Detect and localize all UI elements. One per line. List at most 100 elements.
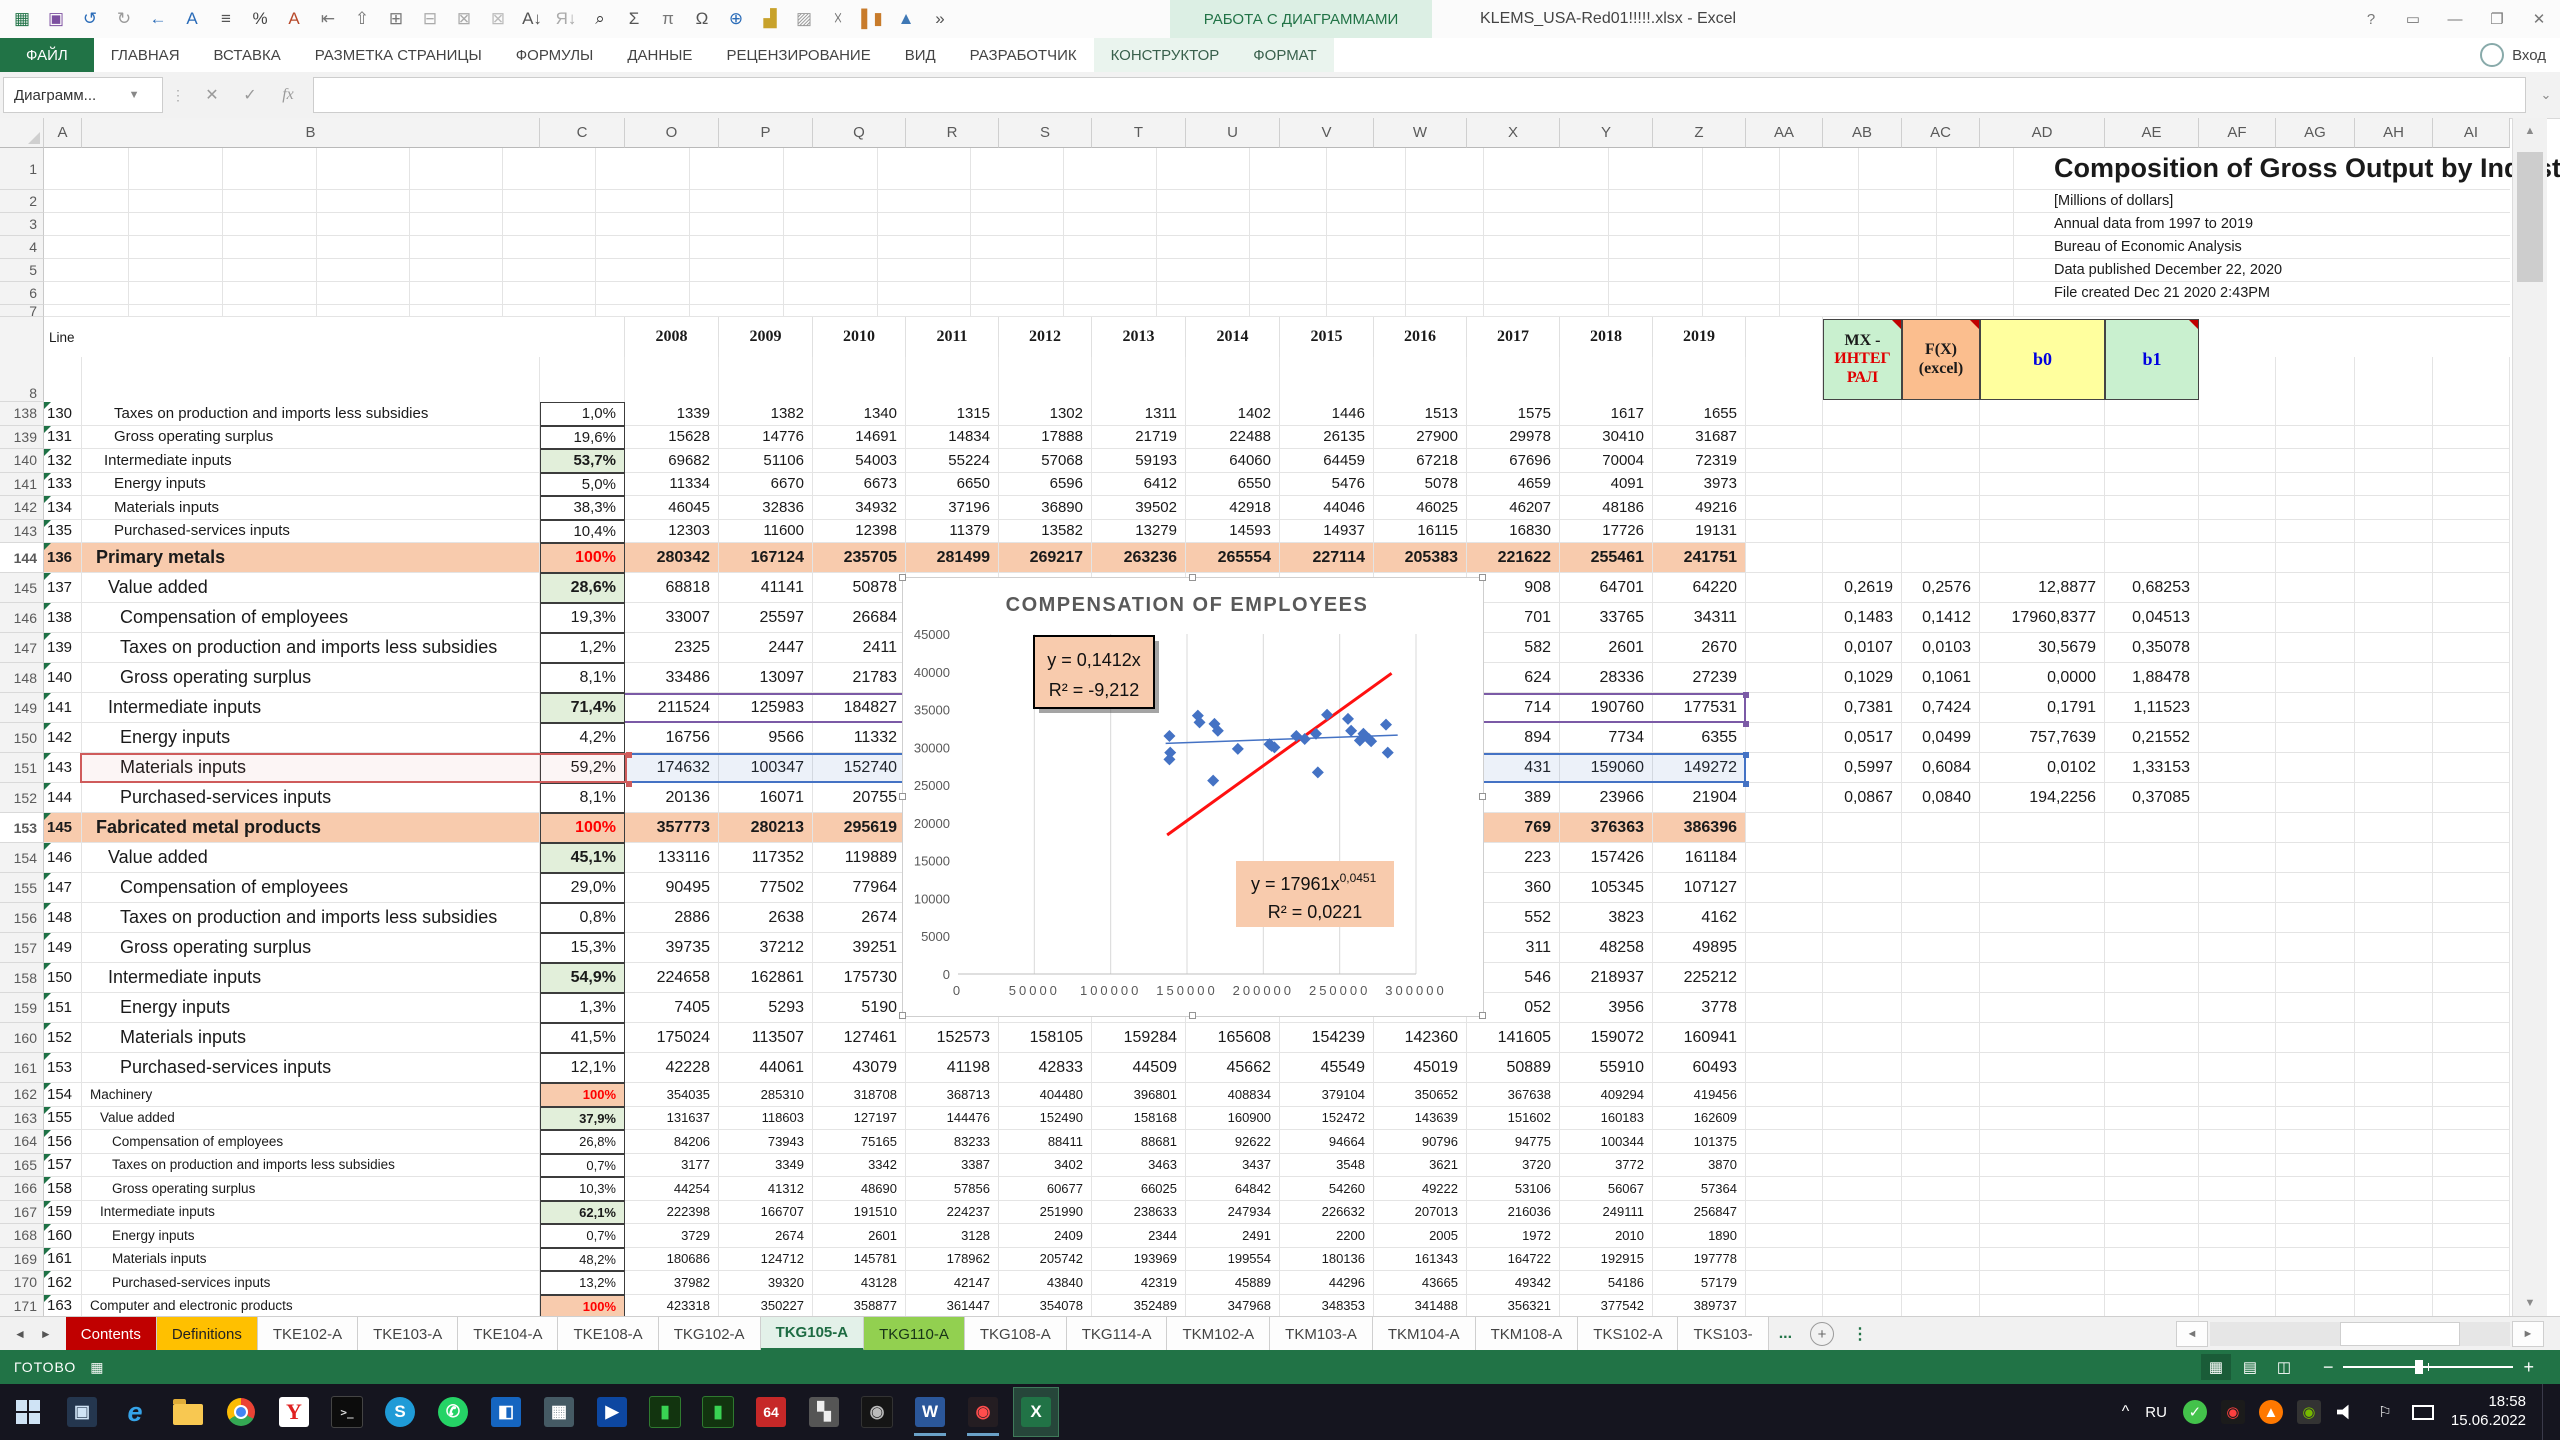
row-number[interactable]: 4 (0, 236, 44, 259)
cell[interactable] (82, 357, 540, 402)
row-label-cell[interactable]: Taxes on production and imports less sub… (82, 1154, 540, 1178)
value-cell[interactable]: 41198 (906, 1053, 999, 1083)
cell[interactable] (503, 236, 596, 259)
extra-value-cell[interactable] (1902, 543, 1980, 573)
cell[interactable] (596, 305, 690, 317)
extra-value-cell[interactable] (2105, 496, 2199, 520)
sheet-tab-tke108-a[interactable]: TKE108-A (558, 1317, 658, 1351)
value-cell[interactable]: 21719 (1092, 426, 1186, 450)
percent-cell[interactable]: 1,2% (540, 633, 625, 663)
cell[interactable] (1406, 259, 1484, 282)
extra-value-cell[interactable] (1980, 873, 2105, 903)
percent-cell[interactable]: 100% (540, 1083, 625, 1107)
value-cell[interactable]: 44296 (1280, 1271, 1374, 1295)
value-cell[interactable]: 60493 (1653, 1053, 1746, 1083)
tab-формулы[interactable]: ФОРМУЛЫ (499, 38, 611, 72)
year-header[interactable]: 2019 (1653, 317, 1746, 357)
extra-value-cell[interactable] (1980, 813, 2105, 843)
cell[interactable] (2355, 496, 2433, 520)
cell[interactable] (1406, 148, 1484, 190)
year-header[interactable]: 2016 (1374, 317, 1467, 357)
cell[interactable] (878, 259, 971, 282)
find-select-icon[interactable]: ⌕ (584, 4, 616, 34)
value-cell[interactable]: 48258 (1560, 933, 1653, 963)
cell[interactable] (596, 236, 690, 259)
cell[interactable] (2276, 963, 2355, 993)
value-cell[interactable]: 2886 (625, 903, 719, 933)
extra-value-cell[interactable] (1980, 1023, 2105, 1053)
row-number[interactable]: 153 (0, 813, 44, 843)
enter-icon[interactable]: ✓ (231, 78, 269, 112)
extra-value-cell[interactable]: 0,0867 (1823, 783, 1902, 813)
cell[interactable] (1374, 357, 1467, 402)
value-cell[interactable]: 160941 (1653, 1023, 1746, 1053)
value-cell[interactable]: 281499 (906, 543, 999, 573)
percent-cell[interactable]: 45,1% (540, 843, 625, 873)
cell[interactable] (2355, 933, 2433, 963)
sheet-tab-tks103-[interactable]: TKS103- (1678, 1317, 1768, 1351)
percent-cell[interactable]: 4,2% (540, 723, 625, 753)
row-number[interactable]: 156 (0, 903, 44, 933)
value-cell[interactable]: 222398 (625, 1201, 719, 1225)
viber-icon[interactable]: ✓ (2183, 1400, 2207, 1424)
row-number[interactable]: 146 (0, 603, 44, 633)
value-cell[interactable]: 13279 (1092, 520, 1186, 544)
extra-value-cell[interactable] (2105, 473, 2199, 497)
value-cell[interactable]: 1972 (1467, 1224, 1560, 1248)
cell[interactable] (1746, 1023, 1823, 1053)
cell[interactable] (1859, 236, 1937, 259)
percent-cell[interactable]: 5,0% (540, 473, 625, 497)
value-cell[interactable]: 41312 (719, 1177, 813, 1201)
cell[interactable] (1937, 305, 2014, 317)
year-header[interactable]: 2009 (719, 317, 813, 357)
extra-value-cell[interactable] (1980, 1083, 2105, 1107)
value-cell[interactable]: 34311 (1653, 603, 1746, 633)
value-cell[interactable]: 57179 (1653, 1271, 1746, 1295)
column-header-AB[interactable]: AB (1823, 118, 1902, 148)
skype-icon[interactable]: S (378, 1388, 422, 1436)
cell[interactable] (2276, 693, 2355, 723)
cell[interactable] (1484, 213, 1609, 236)
column-extra-header[interactable]: F(X)(excel) (1902, 319, 1980, 400)
cell[interactable] (878, 236, 971, 259)
value-cell[interactable]: 90796 (1374, 1130, 1467, 1154)
value-cell[interactable]: 175730 (813, 963, 906, 993)
column-header-Z[interactable]: Z (1653, 118, 1746, 148)
show-desktop-button[interactable] (2542, 1384, 2550, 1440)
extra-value-cell[interactable] (1823, 1154, 1902, 1178)
value-cell[interactable]: 49342 (1467, 1271, 1560, 1295)
cell[interactable] (129, 148, 223, 190)
cell[interactable] (2433, 1271, 2510, 1295)
line-number-cell[interactable]: 160 (44, 1224, 82, 1248)
year-header[interactable]: 2013 (1092, 317, 1186, 357)
row-label-cell[interactable]: Intermediate inputs (82, 963, 540, 993)
value-cell[interactable]: 178962 (906, 1248, 999, 1272)
value-cell[interactable]: 23966 (1560, 783, 1653, 813)
extra-value-cell[interactable] (1980, 933, 2105, 963)
cell[interactable] (1250, 190, 1327, 213)
extra-value-cell[interactable] (1902, 520, 1980, 544)
sheet-nav-left-icon[interactable]: ◄ (14, 1327, 26, 1341)
value-cell[interactable]: 167124 (719, 543, 813, 573)
row-number[interactable]: 3 (0, 213, 44, 236)
value-cell[interactable]: 15628 (625, 426, 719, 450)
row-number[interactable]: 159 (0, 993, 44, 1023)
value-cell[interactable]: 1340 (813, 402, 906, 426)
value-cell[interactable]: 6412 (1092, 473, 1186, 497)
percent-style-icon[interactable]: % (244, 4, 276, 34)
cell[interactable] (1859, 259, 1937, 282)
line-number-cell[interactable]: 151 (44, 993, 82, 1023)
percent-cell[interactable]: 8,1% (540, 783, 625, 813)
value-cell[interactable]: 295619 (813, 813, 906, 843)
value-cell[interactable]: 211524 (625, 693, 719, 723)
sheet-tab-tkg102-a[interactable]: TKG102-A (659, 1317, 761, 1351)
cell[interactable] (2199, 723, 2276, 753)
sheet-tab-tkg105-a[interactable]: TKG105-A (761, 1317, 865, 1351)
action-center-flag-icon[interactable]: ⚐ (2373, 1400, 2397, 1424)
cell[interactable] (2276, 1130, 2355, 1154)
extra-value-cell[interactable] (1823, 426, 1902, 450)
value-cell[interactable]: 184827 (813, 693, 906, 723)
expand-formula-bar-icon[interactable]: ⌄ (2532, 87, 2560, 103)
value-cell[interactable]: 158105 (999, 1023, 1092, 1053)
value-cell[interactable]: 2674 (719, 1224, 813, 1248)
